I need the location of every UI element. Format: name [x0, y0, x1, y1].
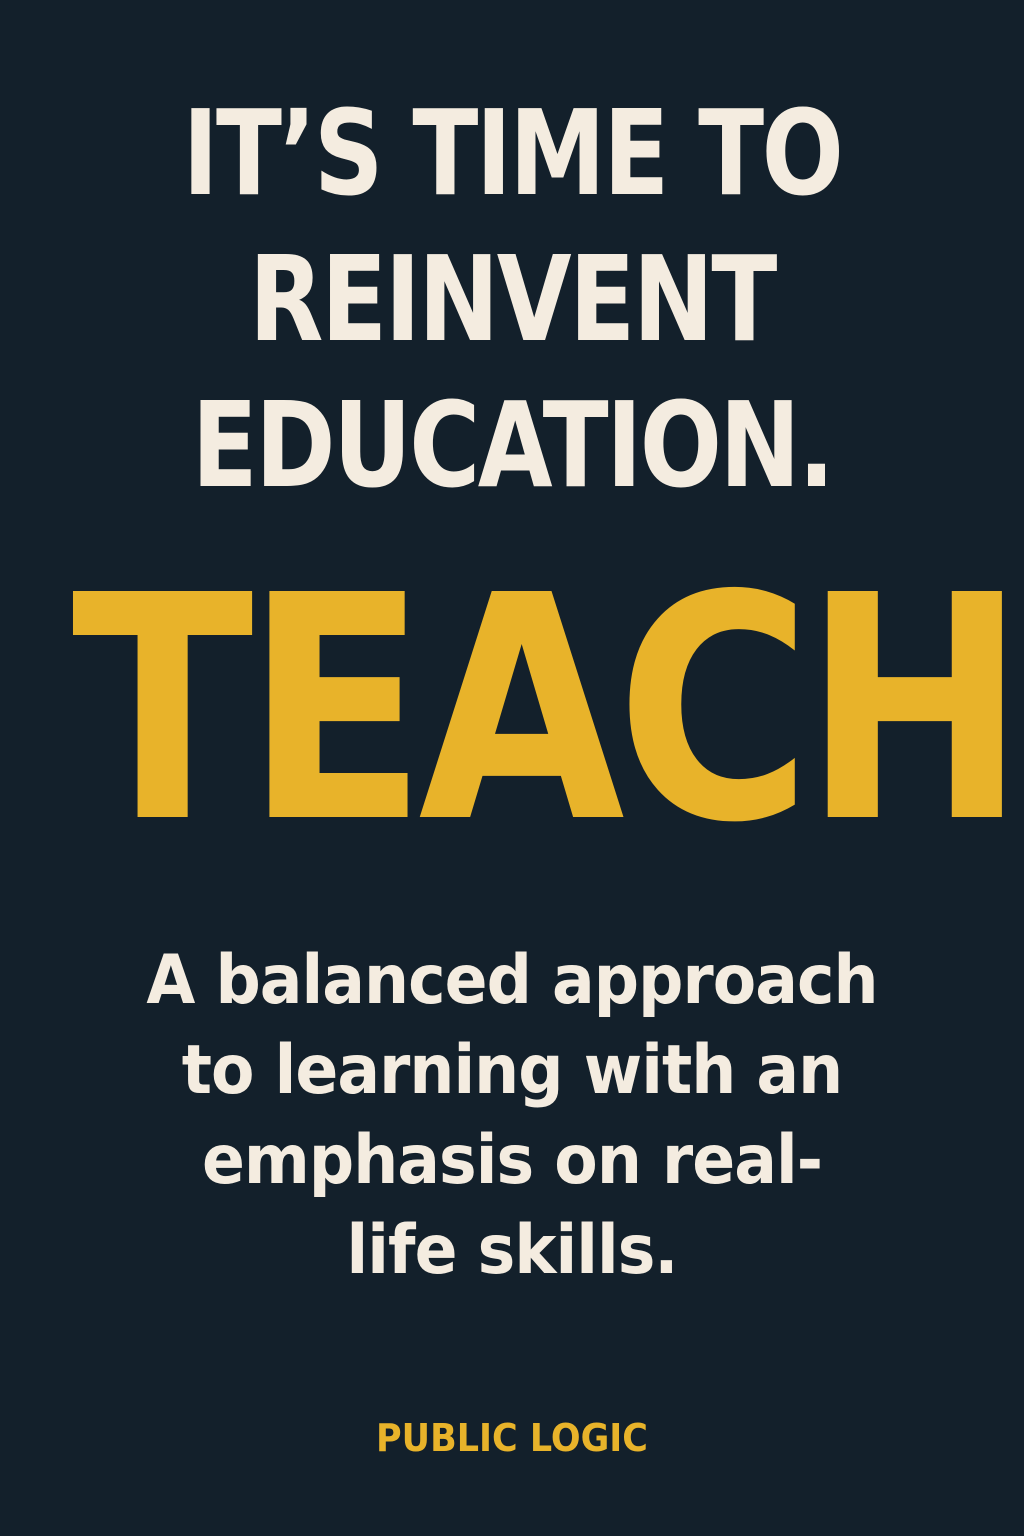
brand-name: PUBLIC LOGIC: [376, 1416, 648, 1460]
poster: IT’S TIME TO REINVENT EDUCATION. TEACH A…: [0, 0, 1024, 1536]
headline-line-3: EDUCATION.: [191, 376, 835, 514]
subheadline-line-2: to learning with an: [181, 1031, 843, 1110]
headline-line-1: IT’S TIME TO: [182, 84, 844, 222]
headline: IT’S TIME TO REINVENT EDUCATION.: [92, 80, 932, 518]
subheadline-line-4: life skills.: [346, 1211, 678, 1290]
subheadline-line-1: A balanced approach: [146, 941, 878, 1020]
headline-line-2: REINVENT: [249, 230, 777, 368]
hero-word: TEACH: [71, 530, 1024, 891]
subheadline: A balanced approach to learning with an …: [36, 936, 988, 1296]
subheadline-line-3: emphasis on real-: [201, 1121, 823, 1200]
